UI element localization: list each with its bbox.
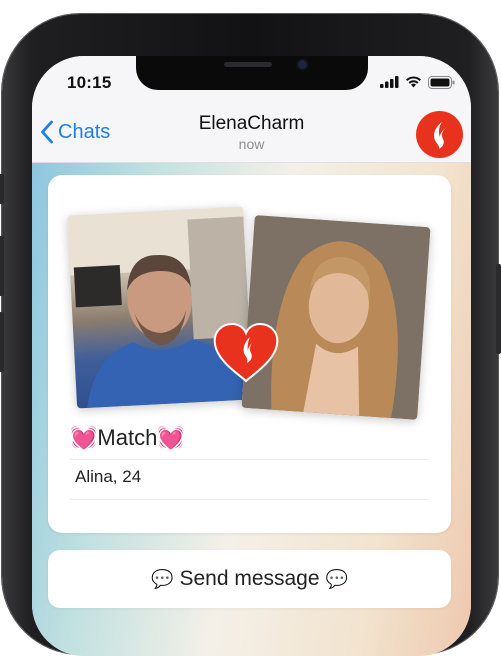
notch bbox=[136, 56, 368, 90]
front-camera bbox=[298, 60, 307, 69]
speech-bubble-icon: 💬 bbox=[325, 568, 348, 589]
chat-subtitle: now bbox=[238, 136, 265, 152]
status-icons bbox=[380, 75, 455, 89]
send-message-label: Send message bbox=[179, 567, 320, 590]
mute-switch bbox=[0, 174, 4, 204]
status-bar: 10:15 bbox=[32, 56, 471, 108]
speech-bubble-icon: 💬 bbox=[151, 568, 174, 589]
screen: 10:15 Chats ElenaCharm now 💓Match💓 Alina… bbox=[32, 56, 471, 656]
heart-emoji-icon: 💓 bbox=[157, 425, 185, 450]
signal-icon bbox=[380, 76, 399, 88]
earpiece-speaker bbox=[224, 62, 272, 67]
heart-icon bbox=[213, 323, 279, 383]
send-message-button[interactable]: 💬 Send message 💬 bbox=[48, 550, 451, 608]
wifi-icon bbox=[406, 76, 421, 88]
volume-down-button bbox=[0, 312, 4, 372]
phone-frame: 10:15 Chats ElenaCharm now 💓Match💓 Alina… bbox=[0, 14, 501, 656]
status-time: 10:15 bbox=[67, 73, 112, 92]
battery-icon bbox=[428, 75, 455, 89]
chat-avatar[interactable] bbox=[416, 111, 463, 158]
match-card: 💓Match💓 Alina, 24 bbox=[48, 175, 451, 533]
volume-up-button bbox=[0, 236, 4, 296]
divider bbox=[70, 459, 428, 460]
chat-header: Chats ElenaCharm now bbox=[32, 108, 471, 163]
brand-logo-icon bbox=[433, 121, 446, 149]
divider bbox=[70, 499, 428, 500]
power-button bbox=[496, 264, 501, 354]
chat-title-block[interactable]: ElenaCharm now bbox=[32, 113, 471, 152]
chat-background: 💓Match💓 Alina, 24 💬 Send message 💬 bbox=[32, 163, 471, 656]
heart-emoji-icon: 💓 bbox=[70, 425, 98, 450]
match-text: Match bbox=[97, 425, 158, 450]
match-label: 💓Match💓 bbox=[70, 425, 185, 451]
match-name-age: Alina, 24 bbox=[75, 467, 142, 486]
chat-title: ElenaCharm bbox=[198, 113, 305, 134]
photo-woman-illustration bbox=[241, 215, 431, 420]
profile-photo-woman bbox=[241, 215, 431, 420]
